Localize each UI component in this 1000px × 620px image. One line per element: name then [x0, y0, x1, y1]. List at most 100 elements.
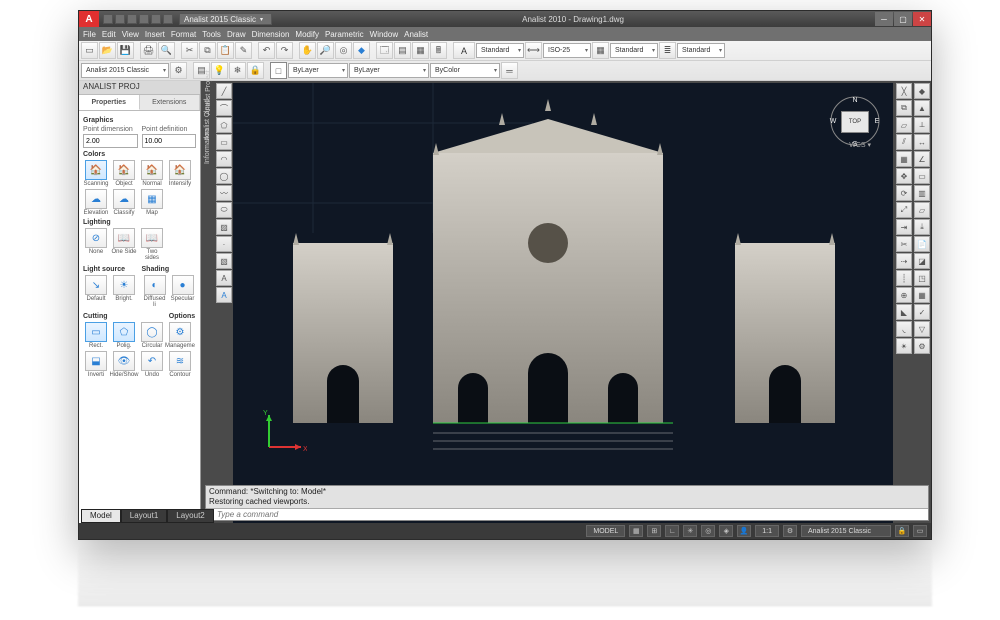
- hatch-icon[interactable]: ▨: [216, 219, 232, 235]
- pan-icon[interactable]: ✋: [299, 42, 316, 59]
- point-icon[interactable]: ·: [216, 236, 232, 252]
- status-osnap-icon[interactable]: ◎: [701, 525, 715, 537]
- app-logo[interactable]: A: [79, 11, 99, 27]
- status-mode[interactable]: MODEL: [586, 525, 625, 537]
- ws-gear-icon[interactable]: ⚙: [170, 62, 187, 79]
- status-scale[interactable]: 1:1: [755, 525, 779, 537]
- status-person-icon[interactable]: 👤: [737, 525, 751, 537]
- polygon-icon[interactable]: ⬠: [216, 117, 232, 133]
- status-gear-icon[interactable]: ⚙: [783, 525, 797, 537]
- layer-lock-icon[interactable]: 🔒: [247, 62, 264, 79]
- layer-on-icon[interactable]: 💡: [211, 62, 228, 79]
- extra-check-icon[interactable]: ✓: [914, 304, 930, 320]
- menu-analist[interactable]: Analist: [404, 30, 428, 39]
- tool-icon[interactable]: ▦: [412, 42, 429, 59]
- color-elevation-icon[interactable]: ☁: [85, 189, 107, 209]
- menu-draw[interactable]: Draw: [227, 30, 246, 39]
- region-icon[interactable]: ▧: [216, 253, 232, 269]
- extra-section-icon[interactable]: ▲: [914, 100, 930, 116]
- close-button[interactable]: ✕: [913, 12, 931, 26]
- extra-export-icon[interactable]: ⤓: [914, 219, 930, 235]
- break-icon[interactable]: ┊: [896, 270, 912, 286]
- explode-icon[interactable]: ✴: [896, 338, 912, 354]
- zoom-icon[interactable]: 🔎: [317, 42, 334, 59]
- erase-icon[interactable]: ╳: [896, 83, 912, 99]
- status-snap-icon[interactable]: ⊞: [647, 525, 661, 537]
- qat-save-icon[interactable]: [127, 14, 137, 24]
- extend-icon[interactable]: ⇢: [896, 253, 912, 269]
- text-style-icon[interactable]: A: [453, 42, 475, 59]
- text-icon[interactable]: A: [216, 270, 232, 286]
- wcs-dropdown[interactable]: WCS ▾: [849, 141, 871, 149]
- cutting-circ-icon[interactable]: ◯: [141, 322, 163, 342]
- lighting-oneside-icon[interactable]: 📖: [113, 228, 135, 248]
- model-viewport[interactable]: X Y N S E W TOP WCS ▾: [233, 83, 893, 523]
- qat-print-icon[interactable]: [163, 14, 173, 24]
- color-normal-icon[interactable]: 🏠: [141, 160, 163, 180]
- trim-icon[interactable]: ✂: [896, 236, 912, 252]
- menu-modify[interactable]: Modify: [295, 30, 319, 39]
- mirror-icon[interactable]: ▱: [896, 117, 912, 133]
- workspace-drop2[interactable]: Analist 2015 Classic: [81, 63, 169, 78]
- stretch-icon[interactable]: ⇥: [896, 219, 912, 235]
- rotate-icon[interactable]: ⟳: [896, 185, 912, 201]
- menu-file[interactable]: File: [83, 30, 96, 39]
- color-scanning-icon[interactable]: 🏠: [85, 160, 107, 180]
- menu-tools[interactable]: Tools: [202, 30, 221, 39]
- point-definition-input[interactable]: [142, 134, 197, 148]
- tab-model[interactable]: Model: [81, 509, 121, 523]
- mtext-icon[interactable]: A: [216, 287, 232, 303]
- cut-icon[interactable]: ✂: [181, 42, 198, 59]
- lineweight-icon[interactable]: ═: [501, 62, 518, 79]
- extra-plane-icon[interactable]: ▱: [914, 202, 930, 218]
- chamfer-icon[interactable]: ◣: [896, 304, 912, 320]
- scale-icon[interactable]: ⤢: [896, 202, 912, 218]
- linetype-drop[interactable]: ByLayer: [349, 63, 429, 78]
- maximize-button[interactable]: ▢: [894, 12, 912, 26]
- status-lock-icon[interactable]: 🔒: [895, 525, 909, 537]
- point-dimension-input[interactable]: [83, 134, 138, 148]
- copy-icon[interactable]: ⧉: [199, 42, 216, 59]
- lightsrc-default-icon[interactable]: ↘: [85, 275, 107, 295]
- lighting-none-icon[interactable]: ⊘: [85, 228, 107, 248]
- opt-contour-icon[interactable]: ≋: [169, 351, 191, 371]
- extra-solid-icon[interactable]: ◪: [914, 253, 930, 269]
- paste-icon[interactable]: 📋: [217, 42, 234, 59]
- lineweight-drop[interactable]: ByColor: [430, 63, 500, 78]
- lightsrc-bright-icon[interactable]: ☀: [113, 275, 135, 295]
- table-style-icon[interactable]: ▦: [592, 42, 609, 59]
- layer-color-drop[interactable]: ByLayer: [288, 63, 348, 78]
- status-polar-icon[interactable]: ✳: [683, 525, 697, 537]
- menu-parametric[interactable]: Parametric: [325, 30, 364, 39]
- pline-icon[interactable]: ⌒: [216, 100, 232, 116]
- qat-redo-icon[interactable]: [151, 14, 161, 24]
- orbit-icon[interactable]: ◎: [335, 42, 352, 59]
- arc-icon[interactable]: ◠: [216, 151, 232, 167]
- circle-icon[interactable]: ◯: [216, 168, 232, 184]
- cutting-rect-icon[interactable]: ▭: [85, 322, 107, 342]
- ellipse-icon[interactable]: ⬭: [216, 202, 232, 218]
- spline-icon[interactable]: 〰: [216, 185, 232, 201]
- command-input[interactable]: [217, 510, 925, 519]
- extra-filter-icon[interactable]: ▽: [914, 321, 930, 337]
- status-ws[interactable]: Analist 2015 Classic: [801, 525, 891, 537]
- status-3dosnap-icon[interactable]: ◈: [719, 525, 733, 537]
- join-icon[interactable]: ⊕: [896, 287, 912, 303]
- table-style-drop[interactable]: Standard: [610, 43, 658, 58]
- match-icon[interactable]: ✎: [235, 42, 252, 59]
- dim-style-drop[interactable]: ISO-25: [543, 43, 591, 58]
- line-icon[interactable]: ╱: [216, 83, 232, 99]
- color-object-icon[interactable]: 🏠: [113, 160, 135, 180]
- qat-new-icon[interactable]: [103, 14, 113, 24]
- move-icon[interactable]: ✥: [896, 168, 912, 184]
- color-swatch-icon[interactable]: □: [270, 62, 287, 79]
- ml-style-drop[interactable]: Standard: [677, 43, 725, 58]
- menu-window[interactable]: Window: [370, 30, 398, 39]
- extra-grid-icon[interactable]: ▦: [914, 287, 930, 303]
- open-icon[interactable]: 📂: [99, 42, 116, 59]
- extra-volume-icon[interactable]: ◳: [914, 270, 930, 286]
- extra-report-icon[interactable]: 📄: [914, 236, 930, 252]
- opt-undo-icon[interactable]: ↶: [141, 351, 163, 371]
- menu-view[interactable]: View: [122, 30, 139, 39]
- shading-specular-icon[interactable]: ●: [172, 275, 194, 295]
